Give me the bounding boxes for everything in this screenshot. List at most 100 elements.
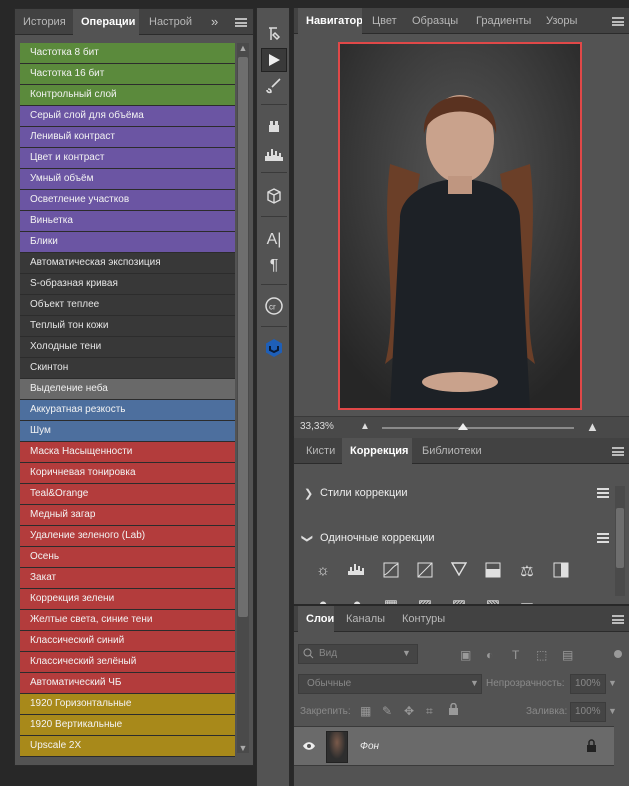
action-item[interactable]: Частотка 8 бит [20, 43, 235, 64]
type-layer-filter-icon[interactable]: T [512, 648, 519, 662]
clone-source-icon[interactable] [261, 114, 287, 138]
zoom-slider-knob[interactable] [457, 423, 468, 430]
brightness-icon[interactable]: ☼ [312, 562, 334, 582]
panel-menu-icon[interactable] [612, 615, 624, 624]
character-icon[interactable]: A| [261, 228, 287, 252]
action-item[interactable]: Блики [20, 232, 235, 253]
action-item[interactable]: Ленивый контраст [20, 127, 235, 148]
black-white-icon[interactable] [550, 562, 572, 582]
action-item[interactable]: Аккуратная резкость [20, 400, 235, 421]
tab-history[interactable]: История [15, 9, 71, 35]
color-lookup-icon[interactable]: ▦ [380, 596, 402, 604]
smart-object-filter-icon[interactable]: ▤ [562, 648, 573, 662]
list-view-icon[interactable] [597, 533, 609, 543]
tab-layers[interactable]: Слои [298, 606, 334, 632]
paragraph-icon[interactable]: ¶ [261, 254, 287, 278]
lock-artboard-icon[interactable]: ⌗ [426, 704, 433, 719]
invert-icon[interactable]: ▨ [414, 596, 436, 604]
opacity-input[interactable]: 100% [570, 674, 606, 694]
action-item[interactable]: Выделение неба [20, 379, 235, 400]
list-view-icon[interactable] [597, 488, 609, 498]
action-item[interactable]: Маска Насыщенности [20, 442, 235, 463]
camera-raw-icon[interactable]: cr [261, 294, 287, 318]
action-item[interactable]: Частотка 16 бит [20, 64, 235, 85]
lock-move-icon[interactable]: ✥ [404, 704, 414, 718]
gradient-map-icon[interactable]: ▭ [516, 596, 538, 604]
action-item[interactable]: Теплый тон кожи [20, 316, 235, 337]
action-item[interactable]: Teal&Orange [20, 484, 235, 505]
action-item[interactable]: Медный загар [20, 505, 235, 526]
chevron-down-icon[interactable]: ▼ [608, 678, 617, 688]
action-item[interactable]: Скинтон [20, 358, 235, 379]
panel-menu-icon[interactable] [612, 17, 624, 26]
action-item[interactable]: Шум [20, 421, 235, 442]
action-item[interactable]: Автоматический ЧБ [20, 673, 235, 694]
histogram-icon[interactable] [261, 142, 287, 166]
action-item[interactable]: Серый слой для объёма [20, 106, 235, 127]
chevron-down-icon[interactable]: ❯ [301, 534, 314, 543]
panel-menu-icon[interactable] [235, 18, 247, 27]
action-item[interactable]: Осень [20, 547, 235, 568]
action-item[interactable]: S-образная кривая [20, 274, 235, 295]
action-item[interactable]: Коричневая тонировка [20, 463, 235, 484]
fill-input[interactable]: 100% [570, 702, 606, 722]
tab-gradients[interactable]: Градиенты [468, 8, 534, 34]
plugin-hex-icon[interactable] [261, 336, 287, 360]
adjustments-scrollbar[interactable] [615, 486, 625, 596]
pixel-layer-filter-icon[interactable]: ▣ [460, 648, 471, 662]
action-item[interactable]: Классический синий [20, 631, 235, 652]
tab-swatches[interactable]: Образцы [404, 8, 462, 34]
color-balance-icon[interactable]: ⚖ [516, 562, 538, 582]
channel-mixer-icon[interactable]: ● [346, 596, 368, 604]
layer-thumbnail[interactable] [326, 731, 348, 763]
zoom-value[interactable]: 33,33% [300, 421, 334, 432]
expand-panel-icon[interactable]: » [211, 14, 218, 29]
tab-navigator[interactable]: Навигатор [298, 8, 362, 34]
tab-actions[interactable]: Операции [73, 9, 139, 35]
action-item[interactable]: Объект теплее [20, 295, 235, 316]
zoom-in-icon[interactable]: ▲ [586, 419, 599, 434]
scroll-down-icon[interactable]: ▼ [237, 743, 249, 753]
brush-icon[interactable] [261, 74, 287, 98]
action-item[interactable]: Цвет и контраст [20, 148, 235, 169]
curves-icon[interactable] [380, 562, 402, 582]
action-item[interactable]: Удаление зеленого (Lab) [20, 526, 235, 547]
history-brush-icon[interactable] [261, 22, 287, 46]
photo-filter-icon[interactable]: ● [312, 596, 334, 604]
action-item[interactable]: Контрольный слой [20, 85, 235, 106]
action-item[interactable]: Автоматическая экспозиция [20, 253, 235, 274]
lock-transparency-icon[interactable]: ▦ [360, 704, 371, 718]
blend-mode-select[interactable]: Обычные [298, 674, 482, 694]
navigator-preview-image[interactable] [338, 42, 582, 410]
action-item[interactable]: Коррекция зелени [20, 589, 235, 610]
layer-row[interactable]: Фон [294, 726, 614, 766]
exposure-icon[interactable] [414, 562, 436, 582]
action-item[interactable]: Классический зелёный [20, 652, 235, 673]
chevron-right-icon[interactable]: ❯ [304, 487, 313, 500]
adjustment-layer-filter-icon[interactable]: ◐ [486, 648, 493, 662]
threshold-icon[interactable]: ▧ [482, 596, 504, 604]
tab-adjustments[interactable]: Коррекция [342, 438, 412, 464]
scrollbar-thumb[interactable] [238, 57, 248, 617]
zoom-out-icon[interactable]: ▲ [360, 421, 370, 432]
scroll-up-icon[interactable]: ▲ [237, 43, 249, 53]
single-adjustments-header[interactable]: Одиночные коррекции [320, 532, 435, 544]
actions-scrollbar[interactable]: ▲ ▼ [237, 43, 249, 753]
action-item[interactable]: Виньетка [20, 211, 235, 232]
actions-play-icon[interactable] [261, 48, 287, 72]
tab-paths[interactable]: Контуры [394, 606, 450, 632]
vibrance-icon[interactable] [448, 562, 470, 582]
tab-libraries[interactable]: Библиотеки [414, 438, 486, 464]
filter-toggle-icon[interactable] [614, 650, 622, 658]
action-item[interactable]: Закат [20, 568, 235, 589]
action-item[interactable]: 1920 Горизонтальные [20, 694, 235, 715]
tab-settings[interactable]: Настрой [141, 9, 195, 35]
3d-cube-icon[interactable] [261, 184, 287, 208]
tab-patterns[interactable]: Узоры [538, 8, 588, 34]
posterize-icon[interactable]: ▨ [448, 596, 470, 604]
zoom-slider[interactable] [382, 423, 574, 430]
layer-filter-select[interactable]: Вид [298, 644, 418, 664]
layer-name[interactable]: Фон [360, 741, 379, 752]
hue-saturation-icon[interactable] [482, 562, 504, 582]
panel-menu-icon[interactable] [612, 447, 624, 456]
